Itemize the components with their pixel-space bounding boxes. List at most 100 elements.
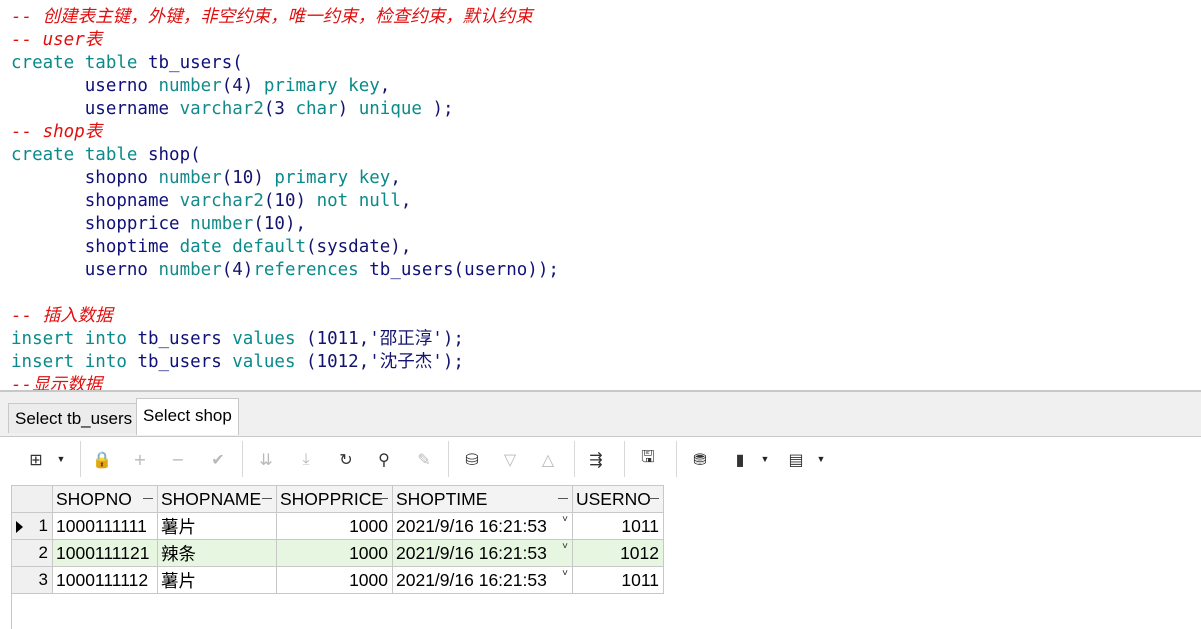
find-binoculars-icon[interactable]: ⚲: [372, 447, 396, 471]
cell-shoptime[interactable]: 2021/9/16 16:21:53 ˅: [392, 539, 573, 567]
cell-userno[interactable]: 1012: [572, 539, 664, 567]
result-toolbar: ⊞ ▼ 🔒 + − ✔ ⇊ ⤓ ↻ ⚲ ✎ ⛁ ▽ △ ⇶ 🖫 ⛃ ▮ ▼ ▤ ▼: [0, 437, 1201, 481]
code-token: (1012,'沈子杰');: [306, 352, 464, 372]
table-row[interactable]: 2 1000111121 辣条 1000 2021/9/16 16:21:53 ˅ 1012: [11, 539, 664, 567]
code-line[interactable]: shoptime date default(sysdate),: [11, 236, 412, 259]
result-tabs: Select tb_users Select shop: [0, 396, 1201, 437]
code-line[interactable]: create table tb_users(: [11, 52, 243, 75]
code-token: date default: [179, 237, 307, 257]
code-token: (1011,'邵正淳');: [306, 329, 464, 349]
fetch-next-page-icon[interactable]: ⇊: [254, 447, 278, 471]
cell-shopno[interactable]: 1000111121: [52, 539, 158, 567]
code-line[interactable]: -- user表: [11, 29, 102, 52]
export-icon[interactable]: ⛃: [688, 447, 712, 471]
grid-header-row: SHOPNO SHOPNAME SHOPPRICE SHOPTIME USERN…: [11, 485, 664, 513]
code-token: varchar2: [179, 99, 264, 119]
column-header-label: SHOPPRICE: [280, 488, 384, 509]
previous-record-icon[interactable]: ▽: [498, 447, 522, 471]
code-token: values: [232, 352, 307, 372]
cell-shopname[interactable]: 辣条: [157, 539, 277, 567]
cell-shoptime[interactable]: 2021/9/16 16:21:53 ˅: [392, 512, 573, 540]
clear-filter-icon[interactable]: ✎: [412, 447, 436, 471]
column-header-userno[interactable]: USERNO: [572, 485, 664, 513]
cell-shoptime[interactable]: 2021/9/16 16:21:53 ˅: [392, 566, 573, 594]
code-line[interactable]: username varchar2(3 char) unique );: [11, 98, 454, 121]
add-record-icon[interactable]: +: [128, 447, 152, 471]
code-line[interactable]: userno number(4)references tb_users(user…: [11, 259, 559, 282]
dropdown-arrow-icon[interactable]: ▼: [760, 447, 770, 471]
code-token: tb_users: [137, 352, 233, 372]
row-header[interactable]: 1: [11, 512, 53, 540]
code-line[interactable]: -- 创建表主键，外键，非空约束，唯一约束，检查约束，默认约束: [11, 6, 533, 29]
lock-icon[interactable]: 🔒: [90, 447, 114, 471]
code-line[interactable]: shopprice number(10),: [11, 213, 306, 236]
query-by-example-icon[interactable]: ⛁: [460, 447, 484, 471]
code-line[interactable]: insert into tb_users values (1011,'邵正淳')…: [11, 328, 464, 351]
cell-shopprice[interactable]: 1000: [276, 566, 393, 594]
next-record-icon[interactable]: △: [536, 447, 560, 471]
refresh-icon[interactable]: ↻: [334, 447, 358, 471]
code-token: varchar2: [179, 191, 264, 211]
tab-select-shop[interactable]: Select shop: [136, 398, 239, 435]
table-icon[interactable]: ▤: [784, 447, 808, 471]
date-picker-icon[interactable]: ˅: [562, 568, 568, 579]
code-token: (10): [263, 191, 317, 211]
code-line[interactable]: userno number(4) primary key,: [11, 75, 391, 98]
row-header[interactable]: 2: [11, 539, 53, 567]
cell-userno[interactable]: 1011: [572, 512, 664, 540]
cell-shopno[interactable]: 1000111112: [52, 566, 158, 594]
date-picker-icon[interactable]: ˅: [562, 514, 568, 525]
cell-shopname[interactable]: 薯片: [157, 512, 277, 540]
code-line[interactable]: shopno number(10) primary key,: [11, 167, 401, 190]
code-token: primary key: [274, 168, 391, 188]
code-token: shopprice: [11, 214, 191, 234]
code-line[interactable]: -- shop表: [11, 121, 102, 144]
delete-record-icon[interactable]: −: [166, 447, 190, 471]
cell-shopname[interactable]: 薯片: [157, 566, 277, 594]
column-header-shoptime[interactable]: SHOPTIME: [392, 485, 573, 513]
row-header-corner: [11, 485, 53, 513]
code-token: insert into: [11, 329, 138, 349]
fetch-last-page-icon[interactable]: ⤓: [294, 447, 318, 471]
date-picker-icon[interactable]: ˅: [562, 541, 568, 552]
result-grid[interactable]: SHOPNO SHOPNAME SHOPPRICE SHOPTIME USERN…: [11, 485, 664, 594]
cell-shopno[interactable]: 1000111111: [52, 512, 158, 540]
dropdown-arrow-icon[interactable]: ▼: [816, 447, 826, 471]
code-token: references: [253, 260, 370, 280]
tab-select-tb-users[interactable]: Select tb_users: [8, 403, 140, 433]
dropdown-arrow-icon[interactable]: ▼: [56, 447, 66, 471]
code-token: not null: [316, 191, 401, 211]
code-line[interactable]: create table shop(: [11, 144, 201, 167]
column-header-shopname[interactable]: SHOPNAME: [157, 485, 277, 513]
column-header-shopno[interactable]: SHOPNO: [52, 485, 158, 513]
save-icon[interactable]: 🖫: [636, 447, 660, 471]
cell-shopprice[interactable]: 1000: [276, 512, 393, 540]
code-token: unique: [358, 99, 422, 119]
table-row[interactable]: 1 1000111111 薯片 1000 2021/9/16 16:21:53 ˅ 1011: [11, 512, 664, 540]
grid-view-icon[interactable]: ⊞: [24, 447, 48, 471]
shoptime-value: 2021/9/16 16:21:53: [396, 515, 547, 536]
column-header-label: SHOPTIME: [396, 488, 488, 509]
row-header[interactable]: 3: [11, 566, 53, 594]
chart-icon[interactable]: ▮: [728, 447, 752, 471]
code-comment: -- shop表: [11, 122, 103, 142]
code-token: tb_users(: [147, 53, 243, 73]
code-line[interactable]: shopname varchar2(10) not null,: [11, 190, 412, 213]
code-token: primary key: [263, 76, 380, 96]
column-header-shopprice[interactable]: SHOPPRICE: [276, 485, 393, 513]
sql-editor[interactable]: -- 创建表主键，外键，非空约束，唯一约束，检查约束，默认约束 -- user表 c…: [0, 0, 1201, 390]
row-number: 1: [38, 516, 48, 535]
single-record-view-icon[interactable]: ⇶: [584, 447, 608, 471]
cell-userno[interactable]: 1011: [572, 566, 664, 594]
code-line[interactable]: insert into tb_users values (1012,'沈子杰')…: [11, 351, 464, 374]
code-token: (10),: [253, 214, 307, 234]
post-changes-icon[interactable]: ✔: [206, 447, 230, 471]
toolbar-separator: [80, 441, 81, 477]
cell-shopprice[interactable]: 1000: [276, 539, 393, 567]
code-line[interactable]: --显示数据: [11, 374, 102, 390]
code-line[interactable]: -- 插入数据: [11, 305, 113, 328]
code-token: shoptime: [11, 237, 180, 257]
code-token: tb_users: [137, 329, 233, 349]
table-row[interactable]: 3 1000111112 薯片 1000 2021/9/16 16:21:53 ˅ 1011: [11, 566, 664, 594]
code-token: shopno: [11, 168, 159, 188]
